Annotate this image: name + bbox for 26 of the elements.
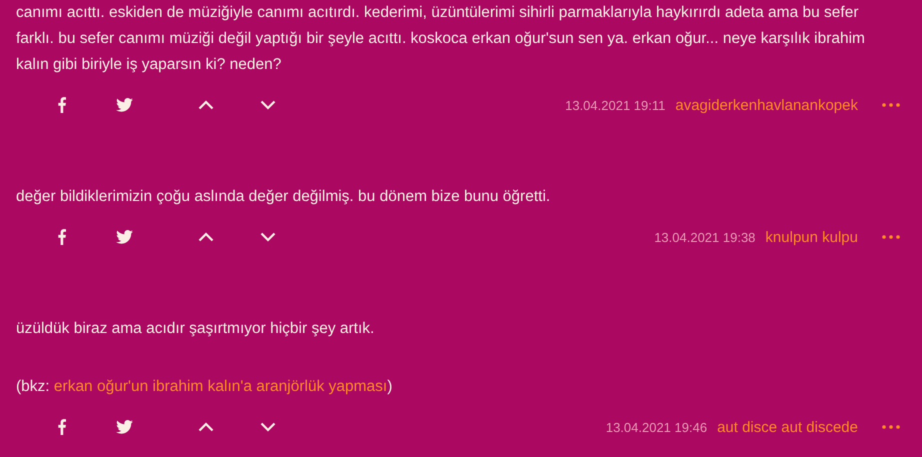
downvote-icon[interactable]: [260, 422, 276, 432]
facebook-icon[interactable]: [58, 97, 66, 113]
entry-text: değer bildiklerimizin çoğu aslında değer değilmiş. bu dönem bize bunu öğretti.: [16, 187, 552, 207]
more-icon[interactable]: [882, 425, 900, 429]
author-link[interactable]: avagiderkenhavlanankopek: [675, 96, 858, 114]
more-icon[interactable]: [882, 235, 900, 239]
author-link[interactable]: aut disce aut discede: [717, 418, 858, 436]
reference-text: (bkz: erkan oğur'un ibrahim kalın'a aranjörlük yapması): [16, 377, 394, 397]
downvote-icon[interactable]: [260, 232, 276, 242]
facebook-icon[interactable]: [58, 229, 66, 245]
upvote-icon[interactable]: [198, 232, 214, 242]
upvote-icon[interactable]: [198, 100, 214, 110]
upvote-icon[interactable]: [198, 422, 214, 432]
entry-text: üzüldük biraz ama acıdır şaşırtmıyor hiçbir şey artık.: [16, 319, 376, 339]
entry-date[interactable]: 13.04.2021 19:46: [606, 420, 708, 434]
twitter-icon[interactable]: [116, 98, 133, 112]
twitter-icon[interactable]: [116, 420, 133, 434]
more-icon[interactable]: [882, 103, 900, 107]
entry-text: canımı acıttı. eskiden de müziğiyle canımı acıtırdı. kederimi, üzüntülerimi sihirli parmaklarıyla haykırırdı adeta ama bu sefer farklı. bu sefer canımı müziği değil yaptığı bir şeyle acıttı. koskoca erkan oğur'sun sen ya. erkan oğur... neye karşılık ibrahim kalın gibi biriyle iş yaparsın ki? neden?: [16, 3, 866, 75]
reference-link[interactable]: erkan oğur'un ibrahim kalın'a aranjörlük yapması: [54, 378, 388, 395]
entry-date[interactable]: 13.04.2021 19:11: [565, 98, 666, 112]
twitter-icon[interactable]: [116, 230, 133, 244]
downvote-icon[interactable]: [260, 100, 276, 110]
facebook-icon[interactable]: [58, 419, 66, 435]
entry-date[interactable]: 13.04.2021 19:38: [654, 230, 756, 244]
author-link[interactable]: knulpun kulpu: [765, 228, 858, 246]
